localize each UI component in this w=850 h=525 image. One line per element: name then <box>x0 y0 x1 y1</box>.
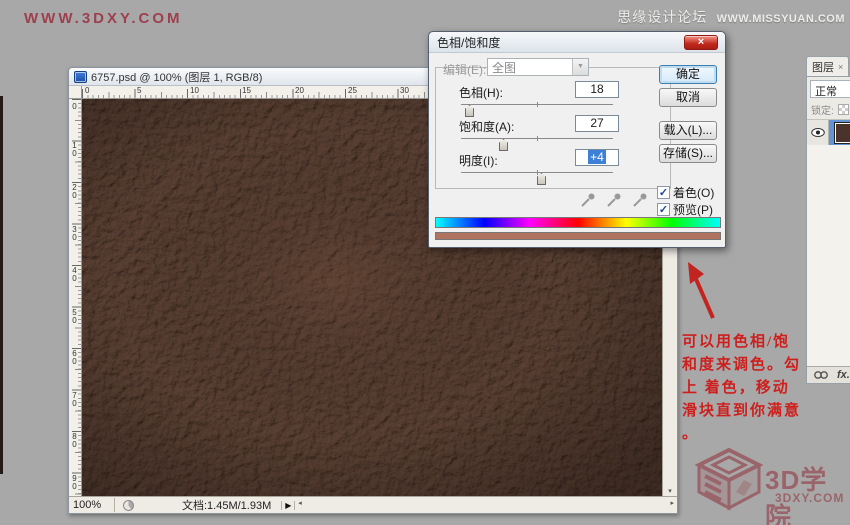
annotation-line: 。 <box>682 426 700 442</box>
banner-site-name: 思缘设计论坛 <box>617 9 708 25</box>
timer-icon <box>123 499 134 511</box>
annotation-text: 可以用色相/饱 和度来调色。勾 上 着色，移动 滑块直到你满意 。 <box>682 331 850 446</box>
scroll-left-icon[interactable]: ◂ <box>298 499 302 507</box>
lightness-selected-text: +4 <box>588 150 606 164</box>
annotation-line: 可以用色相/饱 <box>682 334 791 350</box>
colorize-checkbox[interactable]: ✓ 着色(O) <box>657 184 714 201</box>
lock-transparency-icon[interactable] <box>837 104 849 115</box>
layer-thumbnail[interactable] <box>834 121 850 144</box>
chevron-down-icon: ▼ <box>572 59 588 75</box>
scroll-right-icon[interactable]: ▸ <box>670 499 674 507</box>
saturation-value-field[interactable]: 27 <box>575 115 619 132</box>
hue-value-field[interactable]: 18 <box>575 81 619 98</box>
dialog-titlebar[interactable]: 色相/饱和度 <box>429 32 725 53</box>
lightness-label: 明度(I): <box>459 154 498 168</box>
layer-row-selected[interactable] <box>807 119 850 145</box>
ruler-tick-label: 0 <box>85 86 90 95</box>
scroll-down-icon[interactable]: ▾ <box>663 487 677 495</box>
left-edge-window-sliver <box>0 96 3 474</box>
dialog-title: 色相/饱和度 <box>437 35 501 50</box>
close-icon[interactable]: × <box>684 35 718 50</box>
annotation-line: 滑块直到你满意 <box>682 403 802 419</box>
ruler-tick-label: 10 <box>190 86 199 95</box>
checkbox-check-icon: ✓ <box>657 186 670 199</box>
ruler-tick-label: 90 <box>70 474 79 490</box>
hue-saturation-dialog: 色相/饱和度 × 编辑(E): 全图 ▼ 色相(H): 18 饱和度(A): 2… <box>428 31 726 248</box>
logo-cube-icon <box>694 447 764 511</box>
lightness-value-field[interactable]: +4 <box>575 149 619 166</box>
eyedropper-plus-icon[interactable] <box>605 191 623 209</box>
hue-slider-thumb[interactable] <box>465 105 474 117</box>
save-button[interactable]: 存储(S)... <box>659 144 717 163</box>
tab-close-icon[interactable]: × <box>838 62 843 72</box>
hue-spectrum-bar <box>435 217 721 228</box>
saturation-slider[interactable] <box>461 135 613 151</box>
tab-layers[interactable]: 图层 × <box>806 56 850 76</box>
logo-url: 3DXY.COM <box>775 491 845 505</box>
ruler-tick-label: 20 <box>295 86 304 95</box>
eye-icon <box>810 128 825 137</box>
document-title: 6757.psd @ 100% (图层 1, RGB/8) <box>91 71 263 84</box>
ruler-tick-label: 15 <box>242 86 251 95</box>
tab-layers-label: 图层 <box>812 62 834 74</box>
edit-dropdown-value: 全图 <box>492 60 517 75</box>
ruler-tick-label: 50 <box>70 308 79 324</box>
annotation-line: 上 着色，移动 <box>682 380 790 396</box>
saturation-label: 饱和度(A): <box>459 120 515 134</box>
ok-button[interactable]: 确定 <box>659 65 717 84</box>
ruler-tick-label: 20 <box>70 183 79 199</box>
blend-mode-select[interactable]: 正常 <box>810 80 850 98</box>
banner-site-url: WWW.MISSYUAN.COM <box>716 13 845 25</box>
lightness-slider-thumb[interactable] <box>537 173 546 185</box>
saturation-slider-thumb[interactable] <box>499 139 508 151</box>
psd-file-icon <box>74 70 87 83</box>
annotation-line: 和度来调色。勾 <box>682 357 802 373</box>
ruler-tick-label: 25 <box>348 86 357 95</box>
vertical-ruler: 0 10 20 30 40 50 60 70 80 90 <box>69 99 82 496</box>
lock-label: 锁定: <box>811 106 834 117</box>
ruler-tick-label: 5 <box>137 86 142 95</box>
ruler-tick-label: 30 <box>70 225 79 241</box>
annotation-arrow <box>688 262 715 319</box>
status-menu-button[interactable]: ▶ <box>281 500 296 510</box>
hue-label: 色相(H): <box>459 86 503 100</box>
ruler-tick-label: 40 <box>70 266 79 282</box>
horizontal-scrollbar[interactable]: ◂ ▸ <box>295 497 677 513</box>
eyedropper-minus-icon[interactable] <box>631 191 649 209</box>
ruler-tick-label: 30 <box>400 86 409 95</box>
document-statusbar: 100% 文档:1.45M/1.93M ▶ ◂ ▸ <box>69 496 677 513</box>
ruler-tick-label: 80 <box>70 432 79 448</box>
lightness-slider[interactable] <box>461 169 613 185</box>
ruler-tick-label: 70 <box>70 391 79 407</box>
colorize-label: 着色(O) <box>673 186 715 200</box>
edit-label: 编辑(E): <box>443 63 487 77</box>
load-button[interactable]: 载入(L)... <box>659 121 717 140</box>
preview-checkbox[interactable]: ✓ 预览(P) <box>657 201 713 218</box>
watermark-3dxy: WWW.3DXY.COM <box>24 10 183 27</box>
zoom-level-field[interactable]: 100% <box>69 498 115 512</box>
eyedropper-icon[interactable] <box>579 191 597 209</box>
3dxy-logo: 3D学院 3DXY.COM <box>693 447 848 525</box>
checkbox-check-icon: ✓ <box>657 203 670 216</box>
ruler-tick-label: 60 <box>70 349 79 365</box>
banner-missyuan: 思缘设计论坛 WWW.MISSYUAN.COM <box>617 7 845 27</box>
ruler-corner <box>69 86 82 99</box>
ruler-tick-label: 0 <box>70 102 79 110</box>
document-size-info: 文档:1.45M/1.93M <box>182 500 272 512</box>
layer-visibility-toggle[interactable] <box>807 120 829 145</box>
edit-dropdown[interactable]: 全图 ▼ <box>487 58 589 76</box>
preview-label: 预览(P) <box>673 203 713 217</box>
cancel-button[interactable]: 取消 <box>659 88 717 107</box>
hue-slider[interactable] <box>461 101 613 117</box>
ruler-tick-label: 10 <box>70 141 79 157</box>
colorize-result-bar <box>435 232 721 240</box>
